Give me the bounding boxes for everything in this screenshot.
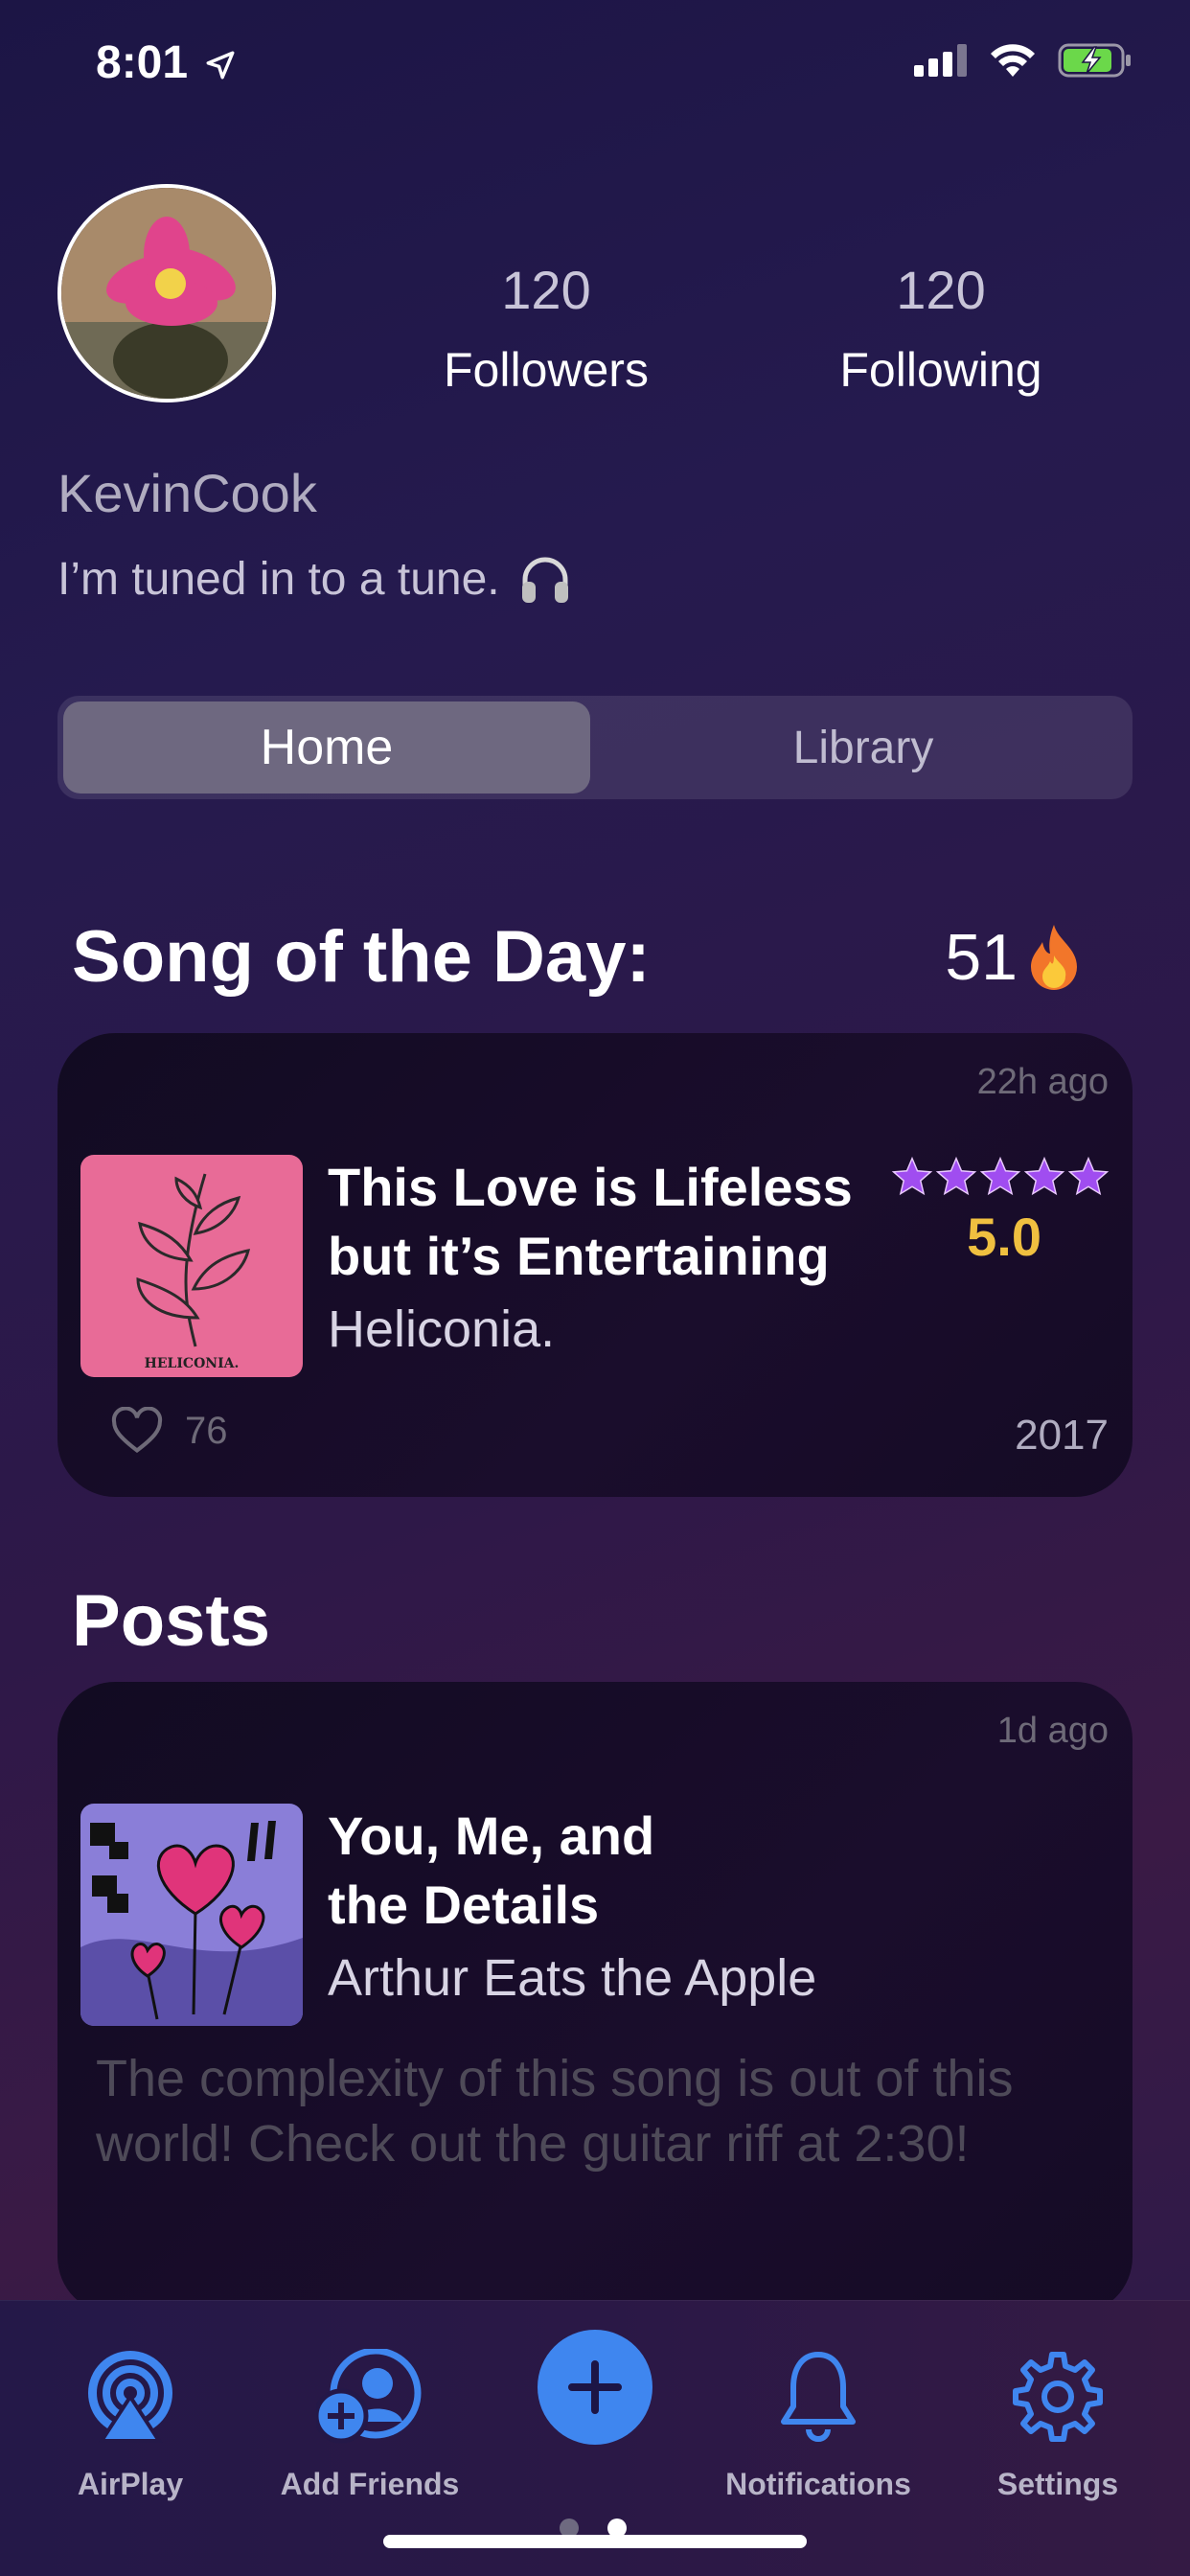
following-count: 120: [896, 260, 986, 320]
tab-settings[interactable]: Settings: [943, 2349, 1173, 2502]
airplay-icon: [88, 2351, 172, 2443]
star-rating: [891, 1156, 1110, 1198]
post-song-title-line1: You, Me, and: [328, 1806, 655, 1866]
tab-airplay-label: AirPlay: [77, 2467, 184, 2501]
star-icon: [891, 1156, 933, 1196]
song-title: This Love is Lifeless but it’s Entertain…: [328, 1153, 853, 1291]
tab-notifications-label: Notifications: [725, 2467, 911, 2501]
add-friend-icon: [313, 2347, 422, 2444]
cactus-flower-photo: [61, 188, 272, 399]
followers-count: 120: [501, 260, 591, 320]
star-icon: [979, 1156, 1021, 1196]
tab-home[interactable]: Home: [63, 702, 590, 794]
bio: I’m tuned in to a tune.: [57, 551, 573, 607]
home-library-segmented-control: Home Library: [57, 696, 1133, 799]
headphones-icon: [521, 557, 568, 603]
bio-text: I’m tuned in to a tune.: [57, 553, 500, 605]
posts-title: Posts: [72, 1580, 270, 1662]
post-song-artist: Arthur Eats the Apple: [328, 1949, 817, 2007]
tab-settings-label: Settings: [996, 2467, 1119, 2501]
release-year: 2017: [1015, 1412, 1109, 1459]
status-time: 8:01: [96, 36, 237, 89]
song-title-line2: but it’s Entertaining: [328, 1226, 830, 1286]
following-label: Following: [839, 343, 1042, 397]
post-body: The complexity of this song is out of th…: [96, 2050, 1014, 2173]
post-card[interactable]: 1d ago You, Me, and the Details Arthur E…: [57, 1682, 1133, 2314]
album-art-arthur-eats-the-apple: [80, 1804, 303, 2026]
status-time-text: 8:01: [96, 37, 189, 88]
song-time-ago: 22h ago: [976, 1062, 1109, 1102]
gear-icon: [1013, 2352, 1103, 2442]
location-arrow-icon: [206, 51, 235, 80]
star-icon: [1023, 1156, 1065, 1196]
song-title-line1: This Love is Lifeless: [328, 1157, 853, 1217]
home-indicator[interactable]: [383, 2535, 807, 2548]
post-song-title-line2: the Details: [328, 1874, 600, 1935]
song-artist: Heliconia.: [328, 1300, 556, 1358]
tab-airplay[interactable]: AirPlay: [15, 2349, 245, 2502]
post-time-ago: 1d ago: [996, 1711, 1109, 1751]
album-art-heliconia: HELICONIA.: [80, 1155, 303, 1377]
post-song-title: You, Me, and the Details: [328, 1802, 654, 1940]
heart-icon: [111, 1407, 163, 1454]
fire-icon: [1031, 925, 1077, 990]
status-bar: 8:01: [0, 0, 1190, 125]
battery-charging-icon: [1058, 43, 1131, 78]
streak-counter: 51: [945, 920, 1085, 995]
rating-value: 5.0: [967, 1207, 1041, 1267]
song-of-the-day-title: Song of the Day:: [72, 916, 651, 998]
following-stat[interactable]: 120 Following: [797, 259, 1085, 398]
followers-stat[interactable]: 120 Followers: [402, 259, 690, 398]
tab-add-friends[interactable]: Add Friends: [255, 2347, 485, 2502]
streak-count: 51: [945, 921, 1018, 994]
plus-icon: [568, 2360, 622, 2414]
like-button[interactable]: 76: [110, 1407, 228, 1455]
bell-icon: [781, 2352, 856, 2442]
wifi-icon: [991, 44, 1035, 77]
tab-notifications[interactable]: Notifications: [703, 2349, 933, 2502]
star-icon: [935, 1156, 977, 1196]
like-count: 76: [185, 1409, 228, 1452]
tab-library[interactable]: Library: [600, 702, 1127, 794]
username: KevinCook: [57, 463, 317, 523]
followers-label: Followers: [444, 343, 649, 397]
star-icon: [1067, 1156, 1110, 1196]
album-caption: HELICONIA.: [145, 1356, 240, 1371]
tab-add-friends-label: Add Friends: [280, 2467, 460, 2501]
add-post-button[interactable]: [538, 2330, 652, 2445]
song-of-the-day-card[interactable]: 22h ago HELICONIA. This Love is Lifeless…: [57, 1033, 1133, 1497]
cellular-signal-icon: [914, 44, 967, 77]
avatar[interactable]: [57, 184, 276, 402]
status-icons: [914, 42, 1133, 79]
